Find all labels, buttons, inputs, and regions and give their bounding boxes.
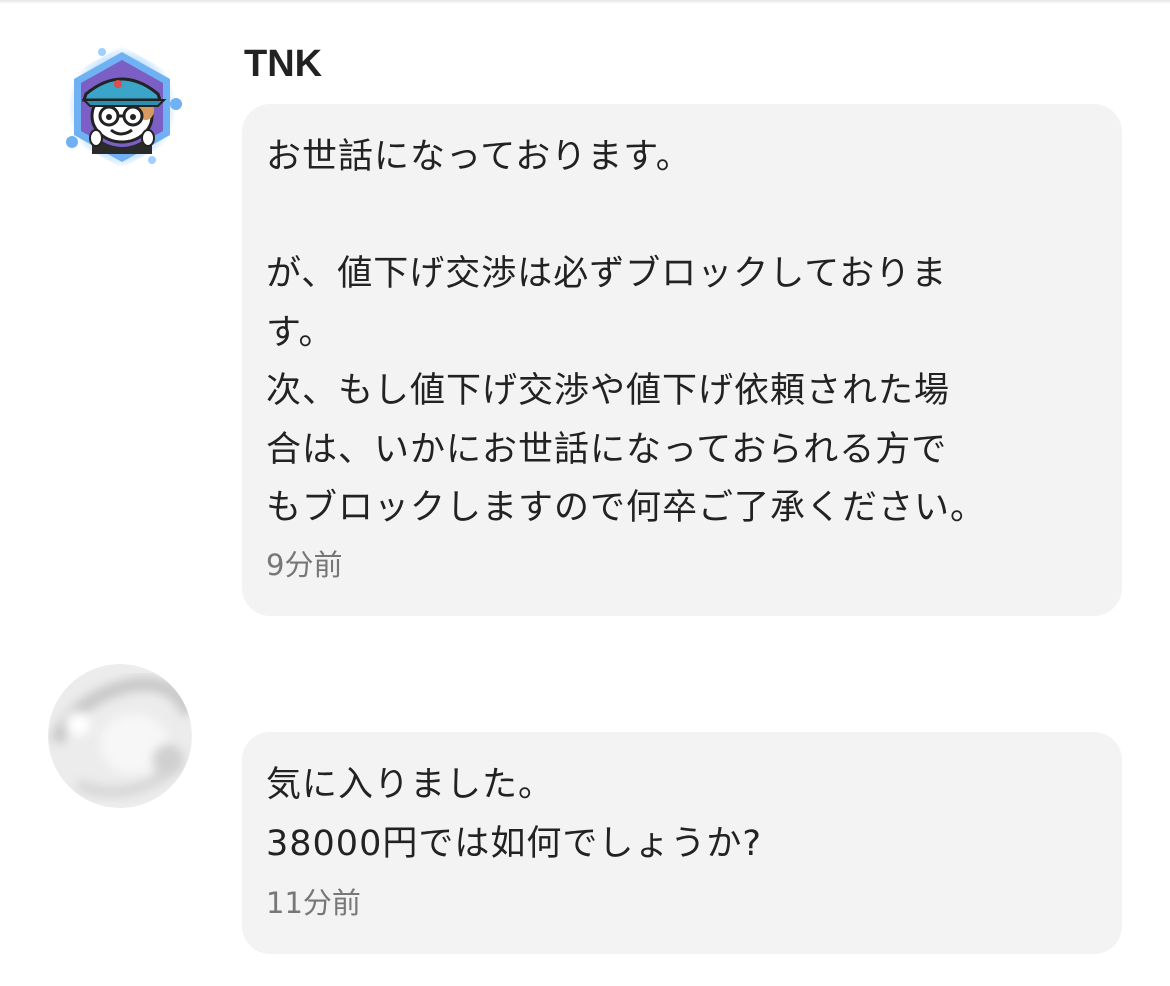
top-divider bbox=[0, 0, 1170, 4]
message-text: お世話になっております。 が、値下げ交渉は必ずブロックしておりま す。 次、もし… bbox=[266, 137, 987, 528]
sender-name[interactable]: TNK bbox=[244, 40, 322, 88]
message-timestamp: 11分前 bbox=[266, 886, 361, 920]
blurred-avatar-icon bbox=[48, 664, 192, 808]
sender-avatar[interactable] bbox=[48, 664, 192, 808]
message-bubble: お世話になっております。 が、値下げ交渉は必ずブロックしておりま す。 次、もし… bbox=[242, 104, 1122, 616]
message-timestamp: 9分前 bbox=[266, 547, 343, 582]
cartoon-avatar-icon bbox=[66, 46, 182, 168]
message-bubble: 気に入りました。 38000円では如何でしょうか? 11分前 bbox=[242, 732, 1122, 954]
message-text: 気に入りました。 38000円では如何でしょうか? bbox=[266, 765, 762, 864]
sender-avatar[interactable] bbox=[56, 42, 188, 174]
